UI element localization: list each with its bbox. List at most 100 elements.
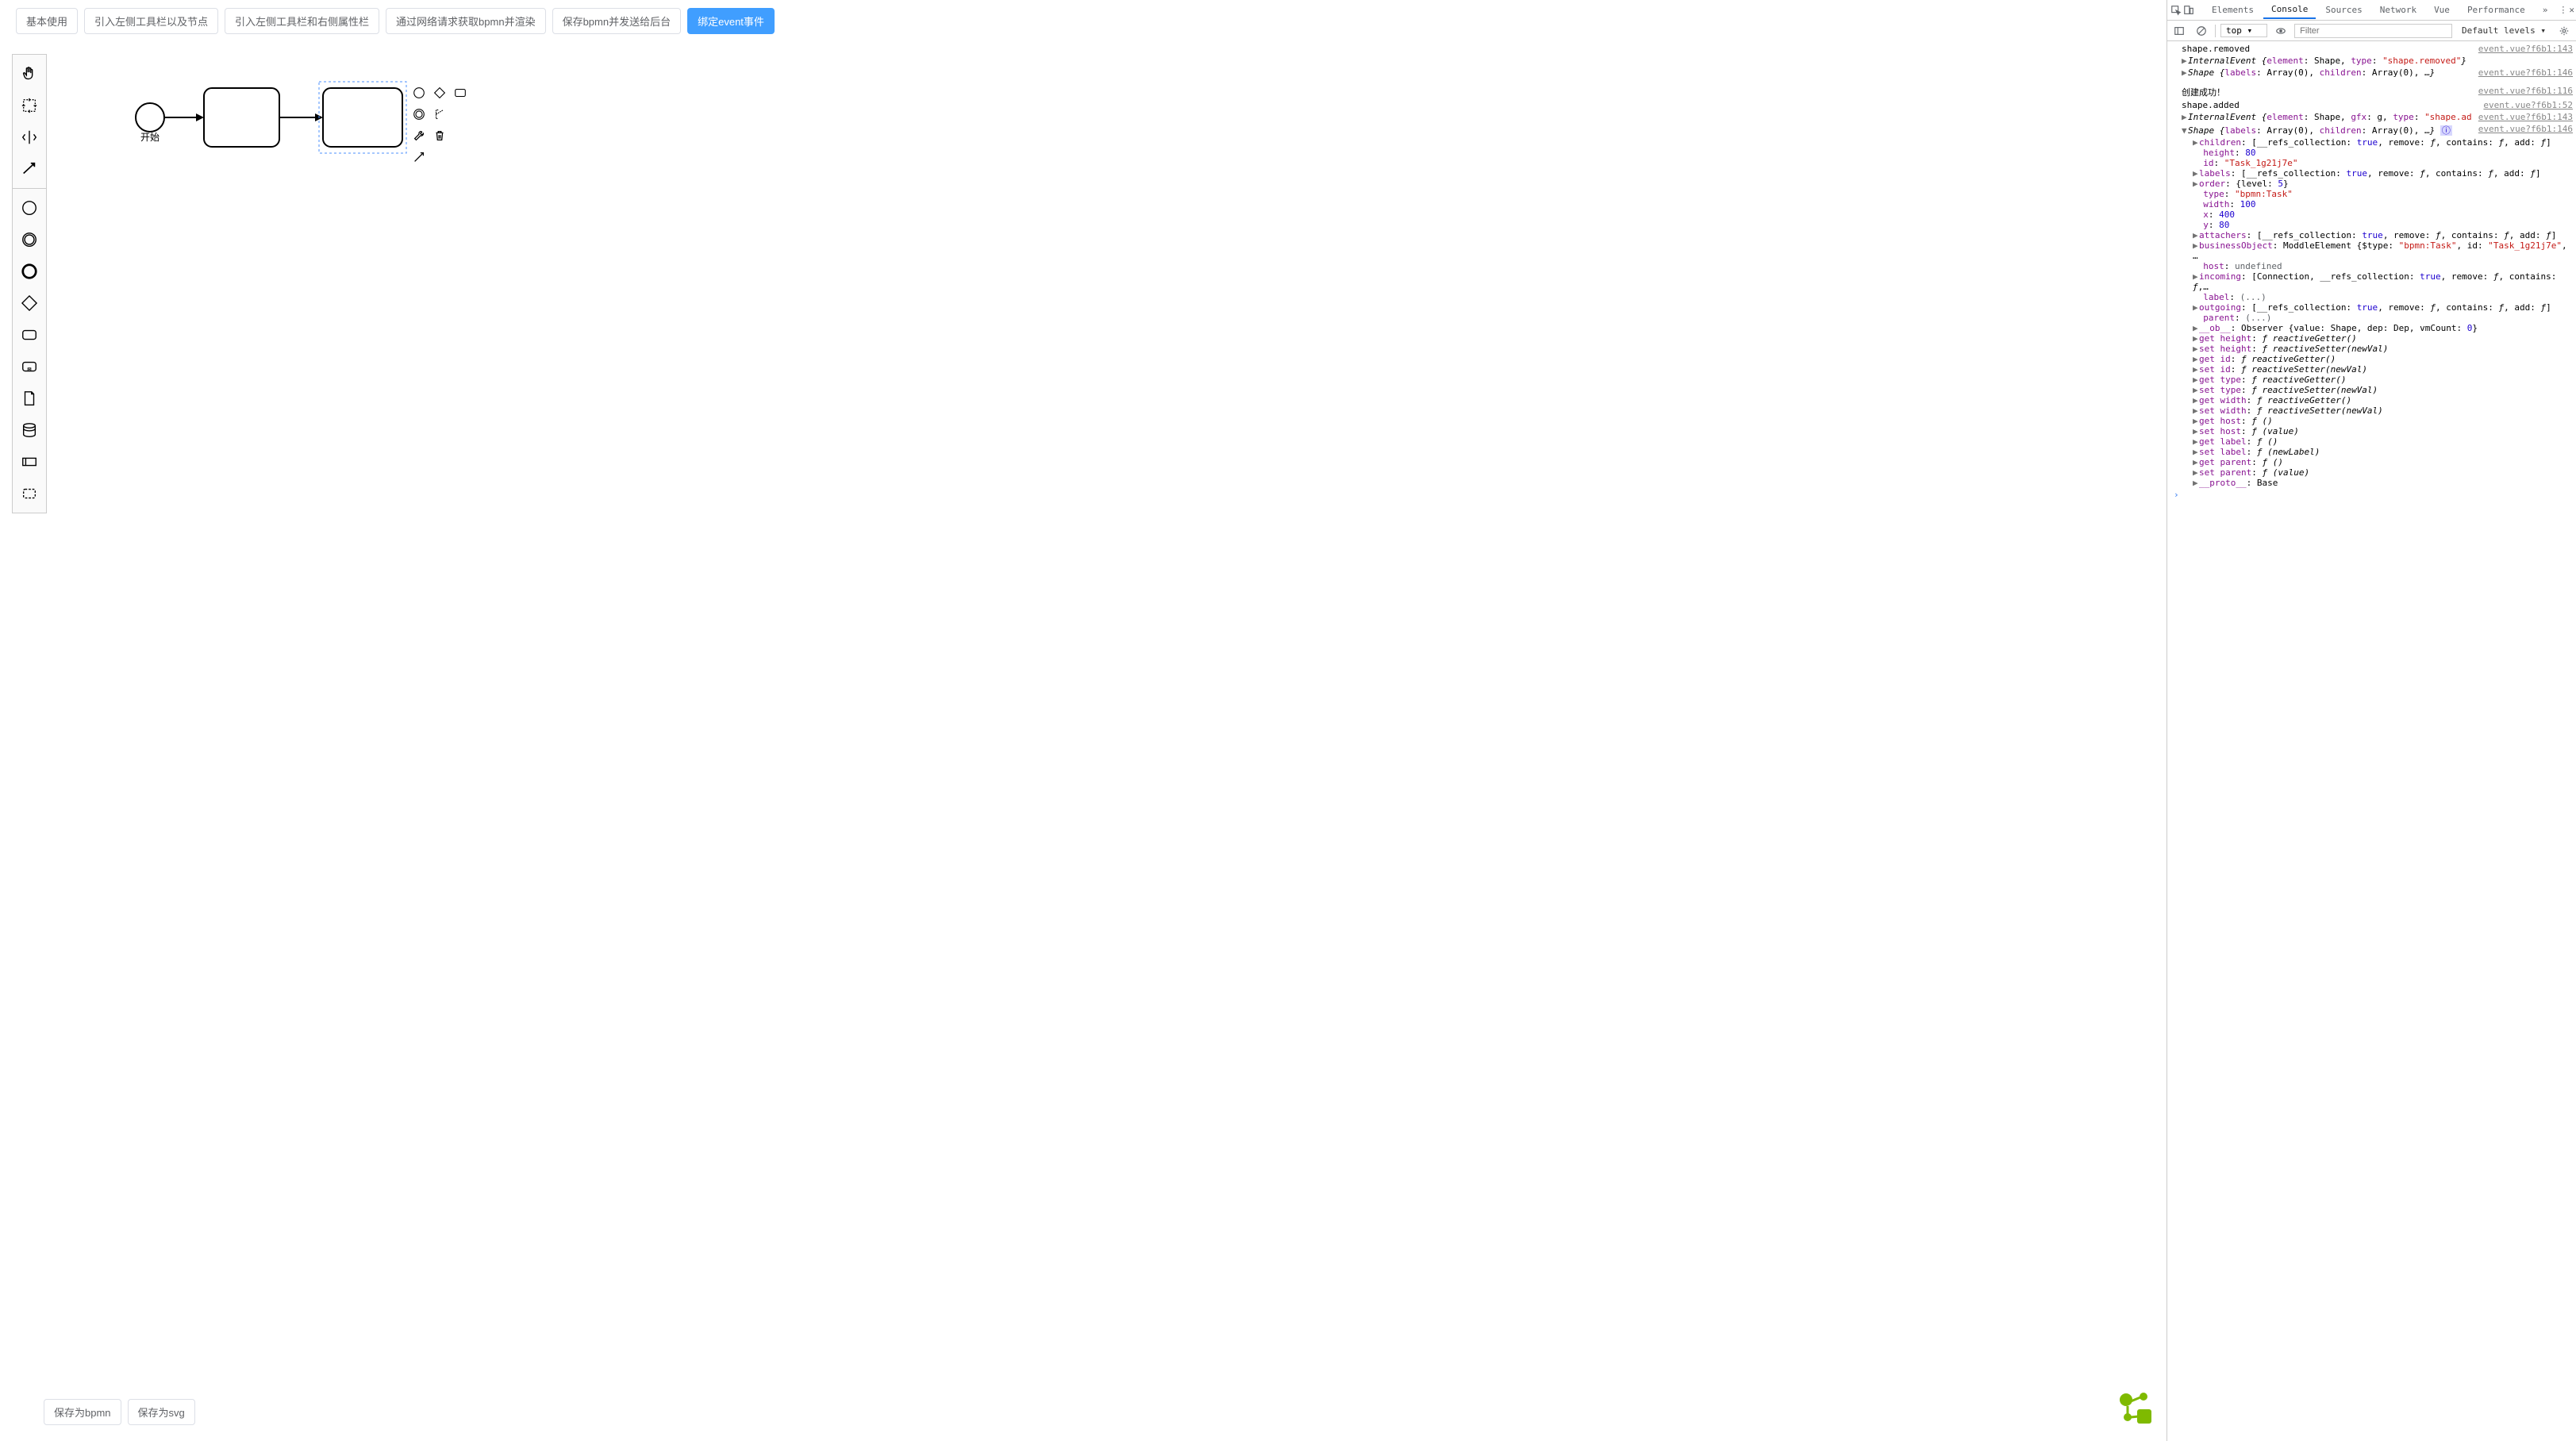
delete-icon[interactable] [433, 129, 448, 145]
gateway-icon[interactable] [15, 289, 44, 317]
prop-row[interactable]: ▶incoming: [Connection, __refs_collectio… [2170, 271, 2573, 292]
lasso-tool-icon[interactable] [15, 91, 44, 120]
start-event-node[interactable] [136, 103, 164, 132]
prop-row[interactable]: ▶set height: ƒ reactiveSetter(newVal) [2170, 344, 2573, 354]
start-event-icon[interactable] [15, 194, 44, 222]
prop-row[interactable]: ▶set id: ƒ reactiveSetter(newVal) [2170, 364, 2573, 375]
context-select[interactable]: top ▾ [2220, 24, 2267, 37]
source-link[interactable]: event.vue?f6b1:146 [2478, 124, 2573, 134]
devtools-panel: Elements Console Sources Network Vue Per… [2167, 0, 2576, 1441]
prop-row[interactable]: ▶set host: ƒ (value) [2170, 426, 2573, 436]
prop-row[interactable]: ▶get host: ƒ () [2170, 416, 2573, 426]
save-send-button[interactable]: 保存bpmn并发送给后台 [552, 8, 682, 34]
basic-use-button[interactable]: 基本使用 [16, 8, 78, 34]
network-load-button[interactable]: 通过网络请求获取bpmn并渲染 [386, 8, 546, 34]
source-link[interactable]: event.vue?f6b1:116 [2478, 86, 2573, 96]
prop-row[interactable]: ▶labels: [__refs_collection: true, remov… [2170, 168, 2573, 179]
source-link[interactable]: event.vue?f6b1:146 [2478, 67, 2573, 78]
prop-row[interactable]: ▶businessObject: ModdleElement {$type: "… [2170, 240, 2573, 261]
space-tool-icon[interactable] [15, 123, 44, 152]
source-link[interactable]: event.vue?f6b1:52 [2483, 100, 2573, 110]
append-gateway-icon[interactable] [433, 86, 448, 102]
prop-row[interactable]: ▶get id: ƒ reactiveGetter() [2170, 354, 2573, 364]
console-settings-icon[interactable] [2555, 22, 2573, 40]
append-end-event-icon[interactable] [412, 86, 428, 102]
data-object-icon[interactable] [15, 384, 44, 413]
append-intermediate-icon[interactable] [412, 107, 428, 124]
log-object-expanded[interactable]: ▼Shape {labels: Array(0), children: Arra… [2170, 124, 2472, 136]
performance-tab[interactable]: Performance [2459, 2, 2533, 18]
sidebar-toggle-icon[interactable] [2170, 22, 2188, 40]
task-1-node[interactable] [204, 88, 279, 147]
prop-row[interactable]: ▶get type: ƒ reactiveGetter() [2170, 375, 2573, 385]
live-expr-icon[interactable] [2272, 22, 2290, 40]
prop-row[interactable]: ▶children: [__refs_collection: true, rem… [2170, 137, 2573, 148]
group-icon[interactable] [15, 479, 44, 508]
prop-row[interactable]: id: "Task_1g21j7e" [2170, 158, 2573, 168]
prop-row[interactable]: height: 80 [2170, 148, 2573, 158]
source-link[interactable]: event.vue?f6b1:143 [2478, 44, 2573, 54]
source-link[interactable]: event.vue?f6b1:143 [2478, 112, 2573, 122]
log-levels-dropdown[interactable]: Default levels ▾ [2457, 24, 2551, 37]
connect-icon[interactable] [412, 150, 428, 167]
prop-row[interactable]: host: undefined [2170, 261, 2573, 271]
canvas-area: 开始 [0, 42, 2167, 1441]
bind-event-button[interactable]: 绑定event事件 [687, 8, 775, 34]
wrench-icon[interactable] [412, 129, 428, 145]
prop-row[interactable]: label: (...) [2170, 292, 2573, 302]
intermediate-event-icon[interactable] [15, 225, 44, 254]
inspect-icon[interactable] [2170, 2, 2182, 19]
prop-row[interactable]: ▶set type: ƒ reactiveSetter(newVal) [2170, 385, 2573, 395]
end-event-icon[interactable] [15, 257, 44, 286]
task-icon[interactable] [15, 321, 44, 349]
log-object[interactable]: ▶InternalEvent {element: Shape, gfx: g, … [2170, 112, 2472, 122]
diagram-canvas[interactable]: 开始 [47, 42, 2167, 1441]
prop-row[interactable]: x: 400 [2170, 209, 2573, 220]
left-right-button[interactable]: 引入左侧工具栏和右侧属性栏 [225, 8, 379, 34]
console-prompt[interactable]: › [2170, 488, 2573, 501]
hand-tool-icon[interactable] [15, 60, 44, 88]
data-store-icon[interactable] [15, 416, 44, 444]
console-tab[interactable]: Console [2263, 1, 2316, 19]
prop-row[interactable]: y: 80 [2170, 220, 2573, 230]
network-tab[interactable]: Network [2372, 2, 2424, 18]
prop-row[interactable]: ▶__ob__: Observer {value: Shape, dep: De… [2170, 323, 2573, 333]
elements-tab[interactable]: Elements [2204, 2, 2262, 18]
prop-row[interactable]: type: "bpmn:Task" [2170, 189, 2573, 199]
prop-row[interactable]: ▶__proto__: Base [2170, 478, 2573, 488]
prop-row[interactable]: ▶outgoing: [__refs_collection: true, rem… [2170, 302, 2573, 313]
prop-row[interactable]: width: 100 [2170, 199, 2573, 209]
log-object[interactable]: ▶Shape {labels: Array(0), children: Arra… [2170, 67, 2472, 78]
device-icon[interactable] [2183, 2, 2194, 19]
console-output[interactable]: shape.removedevent.vue?f6b1:143 ▶Interna… [2167, 41, 2576, 1441]
sources-tab[interactable]: Sources [2317, 2, 2370, 18]
bottom-buttons: 保存为bpmn 保存为svg [44, 1399, 195, 1425]
prop-row[interactable]: parent: (...) [2170, 313, 2573, 323]
vue-tab[interactable]: Vue [2426, 2, 2458, 18]
more-tabs-icon[interactable]: » [2535, 2, 2556, 18]
devtools-tabs: Elements Console Sources Network Vue Per… [2167, 0, 2576, 21]
prop-row[interactable]: ▶get width: ƒ reactiveGetter() [2170, 395, 2573, 405]
devtools-close-icon[interactable]: ✕ [2569, 2, 2574, 19]
save-bpmn-button[interactable]: 保存为bpmn [44, 1399, 121, 1425]
connect-tool-icon[interactable] [15, 155, 44, 183]
prop-row[interactable]: ▶set parent: ƒ (value) [2170, 467, 2573, 478]
filter-input[interactable] [2294, 24, 2452, 38]
prop-row[interactable]: ▶get height: ƒ reactiveGetter() [2170, 333, 2573, 344]
devtools-menu-icon[interactable]: ⋮ [2559, 2, 2567, 19]
prop-row[interactable]: ▶set label: ƒ (newLabel) [2170, 447, 2573, 457]
subprocess-icon[interactable] [15, 352, 44, 381]
prop-row[interactable]: ▶attachers: [__refs_collection: true, re… [2170, 230, 2573, 240]
participant-icon[interactable] [15, 448, 44, 476]
prop-row[interactable]: ▶set width: ƒ reactiveSetter(newVal) [2170, 405, 2573, 416]
clear-console-icon[interactable] [2193, 22, 2210, 40]
prop-row[interactable]: ▶order: {level: 5} [2170, 179, 2573, 189]
prop-row[interactable]: ▶get label: ƒ () [2170, 436, 2573, 447]
save-svg-button[interactable]: 保存为svg [128, 1399, 195, 1425]
annotation-icon[interactable] [433, 107, 448, 124]
task-2-node[interactable] [323, 88, 402, 147]
log-object[interactable]: ▶InternalEvent {element: Shape, type: "s… [2170, 56, 2573, 66]
prop-row[interactable]: ▶get parent: ƒ () [2170, 457, 2573, 467]
left-palette-button[interactable]: 引入左侧工具栏以及节点 [84, 8, 218, 34]
append-task-icon[interactable] [453, 86, 469, 102]
